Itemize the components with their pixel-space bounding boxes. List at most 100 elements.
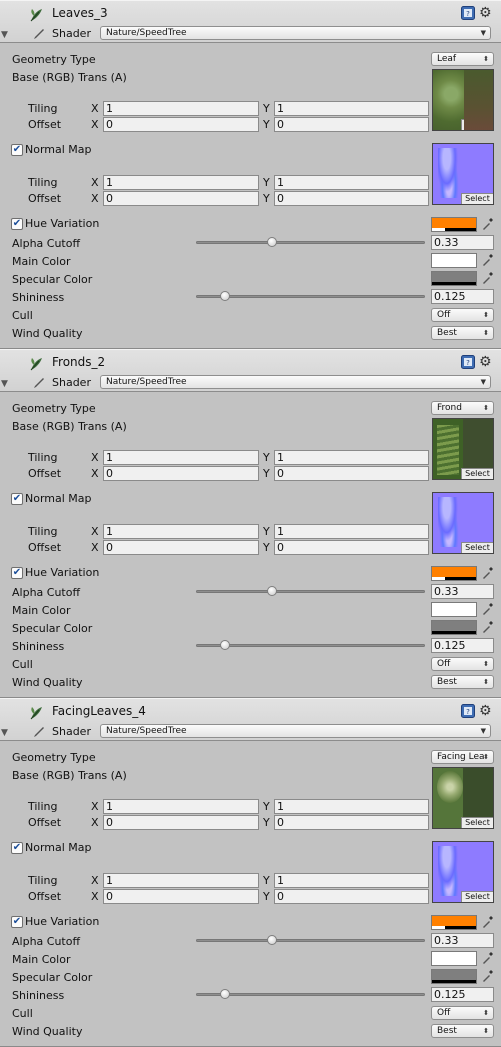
wind-quality-dropdown[interactable]: Best ⬍ — [431, 1024, 494, 1038]
eyedropper-icon[interactable] — [481, 253, 493, 267]
hue-color-field[interactable] — [431, 915, 477, 930]
main-color-field[interactable] — [431, 951, 477, 966]
shininess-slider-thumb[interactable] — [219, 291, 230, 301]
help-book-icon[interactable]: ? — [461, 355, 475, 369]
base-offset-y-field[interactable]: 0 — [274, 815, 429, 830]
normal-map-checkbox[interactable]: ✔ — [11, 493, 23, 505]
base-tiling-y-field[interactable]: 1 — [274, 450, 429, 465]
foldout-arrow-icon[interactable]: ▼ — [1, 379, 8, 389]
base-tiling-x-field[interactable]: 1 — [103, 450, 259, 465]
specular-color-field[interactable] — [431, 620, 477, 635]
base-texture-slot[interactable]: Select — [432, 418, 494, 480]
normal-tiling-x-field[interactable]: 1 — [103, 175, 259, 190]
gear-icon[interactable]: ⚙ — [479, 5, 495, 21]
base-texture-slot[interactable]: Select — [432, 767, 494, 829]
main-color-field[interactable] — [431, 253, 477, 268]
eyedropper-icon[interactable] — [481, 951, 493, 965]
alpha-cutoff-slider-track[interactable] — [196, 939, 425, 942]
wind-quality-dropdown[interactable]: Best ⬍ — [431, 326, 494, 340]
wind-quality-dropdown[interactable]: Best ⬍ — [431, 675, 494, 689]
select-texture-button[interactable]: Select — [461, 193, 493, 204]
normal-tiling-x-field[interactable]: 1 — [103, 873, 259, 888]
hue-variation-checkbox[interactable]: ✔ — [11, 218, 23, 230]
normal-tiling-y-field[interactable]: 1 — [274, 524, 429, 539]
svg-text:?: ? — [466, 708, 470, 716]
geometry-type-dropdown[interactable]: Leaf ⬍ — [431, 52, 494, 66]
normal-map-checkbox[interactable]: ✔ — [11, 144, 23, 156]
help-book-icon[interactable]: ? — [461, 704, 475, 718]
alpha-cutoff-slider-track[interactable] — [196, 590, 425, 593]
select-texture-button[interactable]: Select — [461, 468, 493, 479]
help-book-icon[interactable]: ? — [461, 6, 475, 20]
shininess-slider-thumb[interactable] — [219, 640, 230, 650]
normal-offset-x-field[interactable]: 0 — [103, 889, 259, 904]
hue-color-field[interactable] — [431, 566, 477, 581]
shader-dropdown[interactable]: Nature/SpeedTree ▼ — [100, 724, 491, 738]
foldout-arrow-icon[interactable]: ▼ — [1, 30, 8, 40]
alpha-cutoff-slider-thumb[interactable] — [266, 237, 277, 247]
normal-offset-y-field[interactable]: 0 — [274, 191, 429, 206]
select-texture-button[interactable]: Select — [461, 542, 493, 553]
normal-tiling-x-field[interactable]: 1 — [103, 524, 259, 539]
normal-tiling-y-field[interactable]: 1 — [274, 175, 429, 190]
normal-map-checkbox[interactable]: ✔ — [11, 842, 23, 854]
alpha-cutoff-field[interactable]: 0.33 — [431, 235, 494, 250]
hue-variation-checkbox[interactable]: ✔ — [11, 916, 23, 928]
normal-map-texture-slot[interactable]: Select — [432, 492, 494, 554]
foldout-arrow-icon[interactable]: ▼ — [1, 728, 8, 738]
cull-dropdown[interactable]: Off ⬍ — [431, 308, 494, 322]
eyedropper-icon[interactable] — [481, 915, 493, 929]
base-tiling-y-field[interactable]: 1 — [274, 799, 429, 814]
geometry-type-dropdown[interactable]: Frond ⬍ — [431, 401, 494, 415]
shininess-slider-track[interactable] — [196, 295, 425, 298]
shader-dropdown[interactable]: Nature/SpeedTree ▼ — [100, 375, 491, 389]
cull-dropdown[interactable]: Off ⬍ — [431, 657, 494, 671]
base-tiling-y-field[interactable]: 1 — [274, 101, 429, 116]
alpha-cutoff-field[interactable]: 0.33 — [431, 584, 494, 599]
hue-variation-checkbox[interactable]: ✔ — [11, 567, 23, 579]
normal-map-texture-slot[interactable]: Select — [432, 841, 494, 903]
base-offset-y-field[interactable]: 0 — [274, 466, 429, 481]
shininess-field[interactable]: 0.125 — [431, 638, 494, 653]
normal-map-texture-slot[interactable]: Select — [432, 143, 494, 205]
base-texture-slot[interactable]: Select — [432, 69, 494, 131]
select-texture-button[interactable]: Select — [461, 891, 493, 902]
normal-offset-y-field[interactable]: 0 — [274, 540, 429, 555]
select-texture-button[interactable]: Select — [461, 817, 493, 828]
shininess-slider-thumb[interactable] — [219, 989, 230, 999]
normal-offset-x-field[interactable]: 0 — [103, 540, 259, 555]
geometry-type-dropdown[interactable]: Facing Lea ⬍ — [431, 750, 494, 764]
base-offset-x-field[interactable]: 0 — [103, 466, 259, 481]
alpha-cutoff-slider-thumb[interactable] — [266, 586, 277, 596]
base-tiling-x-field[interactable]: 1 — [103, 101, 259, 116]
shader-dropdown[interactable]: Nature/SpeedTree ▼ — [100, 26, 491, 40]
main-color-field[interactable] — [431, 602, 477, 617]
base-offset-y-field[interactable]: 0 — [274, 117, 429, 132]
shininess-slider-track[interactable] — [196, 993, 425, 996]
hue-color-field[interactable] — [431, 217, 477, 232]
base-offset-x-field[interactable]: 0 — [103, 815, 259, 830]
alpha-cutoff-slider-track[interactable] — [196, 241, 425, 244]
specular-color-field[interactable] — [431, 969, 477, 984]
shininess-slider-track[interactable] — [196, 644, 425, 647]
eyedropper-icon[interactable] — [481, 217, 493, 231]
gear-icon[interactable]: ⚙ — [479, 703, 495, 719]
normal-offset-y-field[interactable]: 0 — [274, 889, 429, 904]
alpha-cutoff-slider-thumb[interactable] — [266, 935, 277, 945]
base-offset-x-field[interactable]: 0 — [103, 117, 259, 132]
base-tiling-x-field[interactable]: 1 — [103, 799, 259, 814]
select-texture-button[interactable]: Select — [461, 119, 493, 130]
cull-dropdown[interactable]: Off ⬍ — [431, 1006, 494, 1020]
eyedropper-icon[interactable] — [481, 602, 493, 616]
normal-tiling-y-field[interactable]: 1 — [274, 873, 429, 888]
eyedropper-icon[interactable] — [481, 566, 493, 580]
eyedropper-icon[interactable] — [481, 620, 493, 634]
alpha-cutoff-field[interactable]: 0.33 — [431, 933, 494, 948]
shininess-field[interactable]: 0.125 — [431, 289, 494, 304]
eyedropper-icon[interactable] — [481, 271, 493, 285]
shininess-field[interactable]: 0.125 — [431, 987, 494, 1002]
gear-icon[interactable]: ⚙ — [479, 354, 495, 370]
normal-offset-x-field[interactable]: 0 — [103, 191, 259, 206]
eyedropper-icon[interactable] — [481, 969, 493, 983]
specular-color-field[interactable] — [431, 271, 477, 286]
